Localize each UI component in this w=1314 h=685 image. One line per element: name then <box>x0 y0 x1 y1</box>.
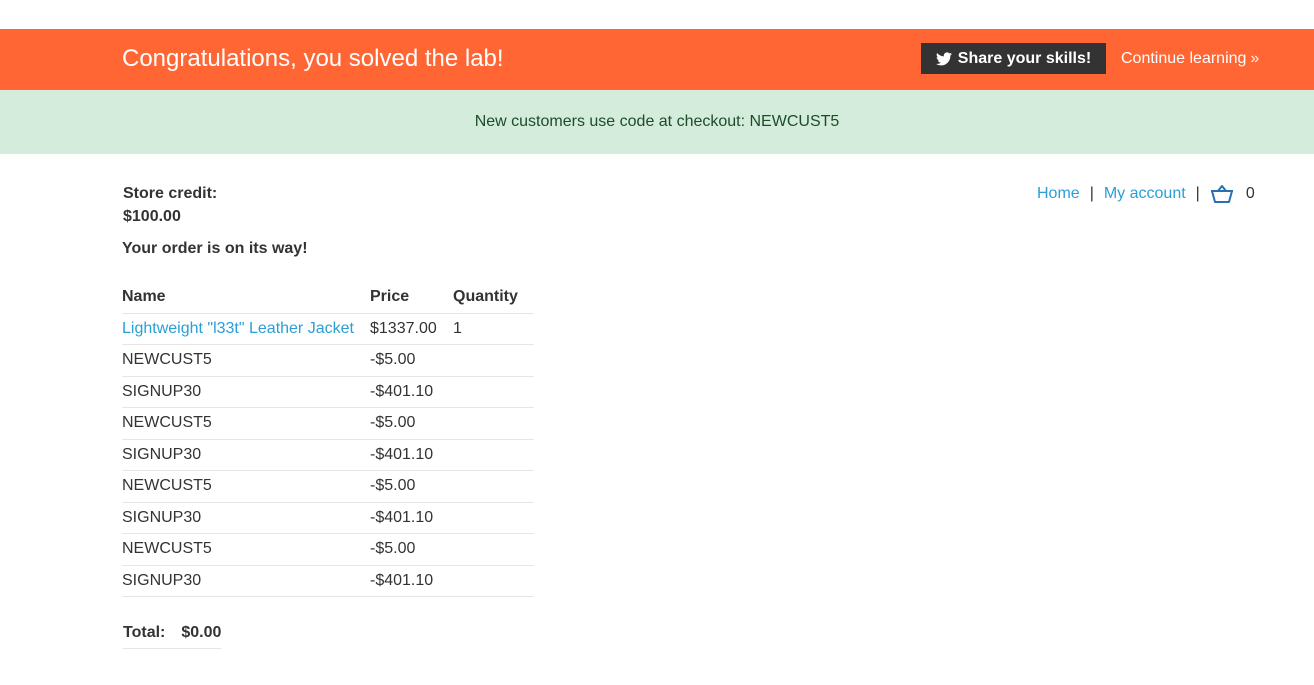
promo-notice: New customers use code at checkout: NEWC… <box>0 90 1314 154</box>
nav-separator: | <box>1195 185 1200 202</box>
twitter-icon <box>935 51 952 65</box>
price-cell: -$5.00 <box>370 407 453 440</box>
store-credit-label: Store credit: <box>123 185 218 202</box>
coupon-name-cell: SIGNUP30 <box>122 376 370 408</box>
quantity-cell <box>453 344 534 377</box>
coupon-name-cell: NEWCUST5 <box>122 533 370 566</box>
store-credit-value: $100.00 <box>123 208 181 225</box>
price-cell: -$401.10 <box>370 376 453 408</box>
table-row: SIGNUP30 -$401.10 <box>122 376 534 408</box>
nav-home-link[interactable]: Home <box>1037 185 1080 203</box>
price-cell: -$5.00 <box>370 344 453 377</box>
coupon-name-cell: NEWCUST5 <box>122 470 370 503</box>
share-skills-label: Share your skills! <box>957 49 1092 67</box>
column-header-quantity: Quantity <box>453 282 534 314</box>
price-cell: -$401.10 <box>370 502 453 534</box>
total-label: Total: <box>123 623 166 641</box>
quantity-cell <box>453 533 534 566</box>
table-row: NEWCUST5 -$5.00 <box>122 470 534 503</box>
coupon-name-cell: SIGNUP30 <box>122 565 370 597</box>
price-cell: -$5.00 <box>370 533 453 566</box>
cart-link[interactable]: 0 <box>1210 184 1255 204</box>
table-row: SIGNUP30 -$401.10 <box>122 565 534 597</box>
product-name-cell: Lightweight "l33t" Leather Jacket <box>122 313 370 345</box>
quantity-cell <box>453 407 534 440</box>
order-total: Total: $0.00 <box>123 617 221 649</box>
nav-my-account-link[interactable]: My account <box>1104 185 1186 203</box>
product-link[interactable]: Lightweight "l33t" Leather Jacket <box>122 320 354 337</box>
coupon-name-cell: NEWCUST5 <box>122 344 370 377</box>
lab-solved-banner: Congratulations, you solved the lab! Sha… <box>0 29 1314 90</box>
nav-separator: | <box>1089 185 1094 202</box>
table-row: SIGNUP30 -$401.10 <box>122 439 534 471</box>
double-chevron-right-icon: » <box>1250 50 1260 67</box>
price-cell: -$401.10 <box>370 565 453 597</box>
order-table: Name Price Quantity Lightweight "l33t" L… <box>122 282 534 597</box>
order-status-message: Your order is on its way! <box>122 240 308 257</box>
column-header-price: Price <box>370 282 453 314</box>
table-row: SIGNUP30 -$401.10 <box>122 502 534 534</box>
total-value: $0.00 <box>181 623 222 641</box>
coupon-name-cell: NEWCUST5 <box>122 407 370 440</box>
quantity-cell <box>453 470 534 503</box>
quantity-cell <box>453 376 534 408</box>
price-cell: $1337.00 <box>370 313 453 345</box>
table-row: NEWCUST5 -$5.00 <box>122 533 534 566</box>
continue-learning-label: Continue learning <box>1121 50 1247 67</box>
table-row: NEWCUST5 -$5.00 <box>122 407 534 440</box>
coupon-name-cell: SIGNUP30 <box>122 439 370 471</box>
table-row: NEWCUST5 -$5.00 <box>122 344 534 377</box>
quantity-cell <box>453 565 534 597</box>
order-table-header: Name Price Quantity <box>122 282 534 314</box>
header-nav: Home | My account | 0 <box>1037 184 1255 204</box>
price-cell: -$401.10 <box>370 439 453 471</box>
continue-learning-link[interactable]: Continue learning » <box>1121 50 1259 68</box>
cart-count: 0 <box>1245 185 1255 202</box>
quantity-cell <box>453 439 534 471</box>
coupon-name-cell: SIGNUP30 <box>122 502 370 534</box>
column-header-name: Name <box>122 282 370 314</box>
banner-title: Congratulations, you solved the lab! <box>122 45 504 72</box>
basket-icon <box>1210 185 1233 203</box>
share-skills-button[interactable]: Share your skills! <box>921 43 1106 74</box>
table-row: Lightweight "l33t" Leather Jacket $1337.… <box>122 313 534 345</box>
quantity-cell <box>453 502 534 534</box>
quantity-cell: 1 <box>453 313 534 345</box>
promo-notice-text: New customers use code at checkout: NEWC… <box>474 113 840 130</box>
price-cell: -$5.00 <box>370 470 453 503</box>
